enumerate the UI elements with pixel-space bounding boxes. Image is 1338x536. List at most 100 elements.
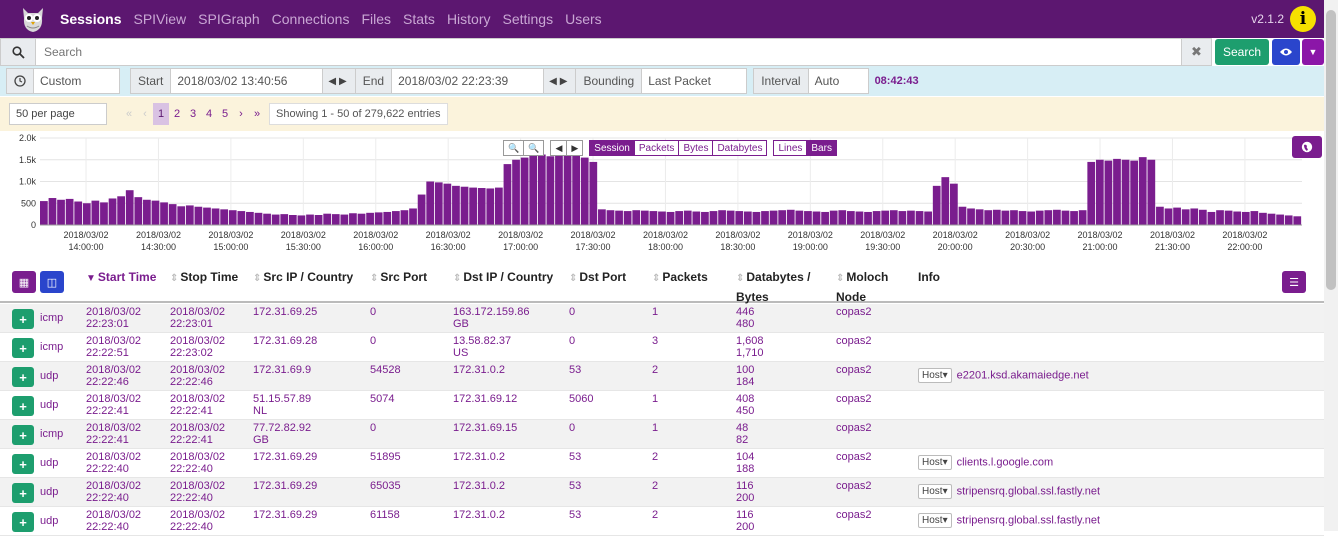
last-page-icon[interactable]: » <box>249 103 265 125</box>
packets-cell[interactable]: 1 <box>652 306 658 318</box>
prev-page-icon[interactable]: ‹ <box>137 103 153 125</box>
stop-cell[interactable]: 2018/03/02 22:22:40 <box>170 509 225 533</box>
stop-cell[interactable]: 2018/03/02 22:22:46 <box>170 364 225 388</box>
protocol-cell[interactable]: udp <box>40 515 58 527</box>
src-cell[interactable]: 77.72.82.92 GB <box>253 422 311 446</box>
scrollbar[interactable] <box>1324 0 1338 531</box>
graph-type-session[interactable]: Session <box>589 140 635 156</box>
dst-cell[interactable]: 172.31.0.2 <box>453 509 505 521</box>
src-cell[interactable]: 172.31.69.29 <box>253 509 317 521</box>
host-value[interactable]: clients.l.google.com <box>957 456 1054 468</box>
nav-settings[interactable]: Settings <box>503 11 554 27</box>
bytes-cell[interactable]: 1,608 1,710 <box>736 335 764 359</box>
info-columns-icon[interactable]: ☰ <box>1282 271 1306 293</box>
dst-cell[interactable]: 172.31.69.12 <box>453 393 517 405</box>
start-cell[interactable]: 2018/03/02 22:23:01 <box>86 306 141 330</box>
host-value[interactable]: stripensrq.global.ssl.fastly.net <box>957 485 1100 497</box>
stop-cell[interactable]: 2018/03/02 22:23:02 <box>170 335 225 359</box>
table-row[interactable]: + icmp 2018/03/02 22:22:41 2018/03/02 22:22:4… <box>0 420 1324 449</box>
table-row[interactable]: + icmp 2018/03/02 22:23:01 2018/03/02 22:23:0… <box>0 304 1324 333</box>
per-page-select[interactable]: 50 per page <box>9 103 107 125</box>
table-row[interactable]: + icmp 2018/03/02 22:22:51 2018/03/02 22:23:0… <box>0 333 1324 362</box>
protocol-cell[interactable]: udp <box>40 486 58 498</box>
bytes-cell[interactable]: 116 200 <box>736 480 754 504</box>
sport-cell[interactable]: 0 <box>370 306 376 318</box>
fit-table-icon[interactable]: ◫ <box>40 271 64 293</box>
src-cell[interactable]: 51.15.57.89 NL <box>253 393 311 417</box>
clear-search-icon[interactable]: ✖ <box>1181 38 1212 66</box>
page-link-4[interactable]: 4 <box>201 103 217 125</box>
stop-cell[interactable]: 2018/03/02 22:22:40 <box>170 480 225 504</box>
search-button[interactable]: Search <box>1214 39 1269 65</box>
table-row[interactable]: + udp 2018/03/02 22:22:40 2018/03/02 22:22:40… <box>0 449 1324 478</box>
header-src-port[interactable]: ⇕ Src Port <box>370 268 427 288</box>
dport-cell[interactable]: 0 <box>569 422 575 434</box>
start-cell[interactable]: 2018/03/02 22:22:40 <box>86 451 141 475</box>
packets-cell[interactable]: 3 <box>652 335 658 347</box>
expand-row-button[interactable]: + <box>12 512 34 532</box>
dst-cell[interactable]: 172.31.69.15 <box>453 422 517 434</box>
expand-row-button[interactable]: + <box>12 338 34 358</box>
node-cell[interactable]: copas2 <box>836 364 871 376</box>
sport-cell[interactable]: 0 <box>370 422 376 434</box>
stop-cell[interactable]: 2018/03/02 22:22:41 <box>170 422 225 446</box>
node-cell[interactable]: copas2 <box>836 422 871 434</box>
end-skip-icon[interactable]: ◀▶ <box>544 68 577 94</box>
bytes-cell[interactable]: 48 82 <box>736 422 748 446</box>
nav-users[interactable]: Users <box>565 11 602 27</box>
node-cell[interactable]: copas2 <box>836 480 871 492</box>
node-cell[interactable]: copas2 <box>836 451 871 463</box>
header-stop-time[interactable]: ⇕ Stop Time <box>170 268 238 288</box>
src-cell[interactable]: 172.31.69.29 <box>253 451 317 463</box>
packets-cell[interactable]: 1 <box>652 393 658 405</box>
header-databytes[interactable]: ⇕ Databytes / Bytes <box>736 268 826 306</box>
sport-cell[interactable]: 0 <box>370 335 376 347</box>
expand-row-button[interactable]: + <box>12 454 34 474</box>
header-start-time[interactable]: ▼ Start Time <box>86 268 156 288</box>
node-cell[interactable]: copas2 <box>836 393 871 405</box>
page-link-1[interactable]: 1 <box>153 103 169 125</box>
eye-icon[interactable] <box>1272 39 1300 65</box>
graph-type-databytes[interactable]: Databytes <box>713 140 768 156</box>
sport-cell[interactable]: 5074 <box>370 393 394 405</box>
pan-right-icon[interactable]: ▶ <box>567 140 584 156</box>
header-dst-port[interactable]: ⇕ Dst Port <box>569 268 626 288</box>
host-value[interactable]: stripensrq.global.ssl.fastly.net <box>957 514 1100 526</box>
packets-cell[interactable]: 2 <box>652 480 658 492</box>
next-page-icon[interactable]: › <box>233 103 249 125</box>
dst-cell[interactable]: 172.31.0.2 <box>453 480 505 492</box>
header-packets[interactable]: ⇕ Packets <box>652 268 708 288</box>
host-dropdown[interactable]: Host ▾ <box>918 484 952 499</box>
start-cell[interactable]: 2018/03/02 22:22:51 <box>86 335 141 359</box>
host-value[interactable]: e2201.ksd.akamaiedge.net <box>957 369 1089 381</box>
toggle-columns-icon[interactable]: ▦ <box>12 271 36 293</box>
bytes-cell[interactable]: 100 184 <box>736 364 754 388</box>
pan-left-icon[interactable]: ◀ <box>550 140 568 156</box>
src-cell[interactable]: 172.31.69.9 <box>253 364 311 376</box>
page-link-5[interactable]: 5 <box>217 103 233 125</box>
dport-cell[interactable]: 5060 <box>569 393 593 405</box>
host-dropdown[interactable]: Host ▾ <box>918 455 952 470</box>
graph-type-bytes[interactable]: Bytes <box>679 140 714 156</box>
sport-cell[interactable]: 65035 <box>370 480 401 492</box>
start-cell[interactable]: 2018/03/02 22:22:41 <box>86 422 141 446</box>
search-input[interactable] <box>36 38 1182 66</box>
end-time-input[interactable]: 2018/03/02 22:23:39 <box>392 68 545 94</box>
start-skip-icon[interactable]: ◀▶ <box>323 68 356 94</box>
graph-type-packets[interactable]: Packets <box>634 140 680 156</box>
dport-cell[interactable]: 53 <box>569 509 581 521</box>
table-row[interactable]: + udp 2018/03/02 22:22:40 2018/03/02 22:22:40… <box>0 478 1324 507</box>
dst-cell[interactable]: 172.31.0.2 <box>453 364 505 376</box>
protocol-cell[interactable]: icmp <box>40 341 63 353</box>
sport-cell[interactable]: 61158 <box>370 509 400 521</box>
page-link-3[interactable]: 3 <box>185 103 201 125</box>
header-info[interactable]: Info <box>918 268 940 286</box>
src-cell[interactable]: 172.31.69.25 <box>253 306 317 318</box>
header-dst-ip[interactable]: ⇕ Dst IP / Country <box>453 268 553 288</box>
host-dropdown[interactable]: Host ▾ <box>918 513 952 528</box>
interval-select[interactable]: Auto <box>808 68 869 94</box>
src-cell[interactable]: 172.31.69.29 <box>253 480 317 492</box>
host-dropdown[interactable]: Host ▾ <box>918 368 952 383</box>
start-cell[interactable]: 2018/03/02 22:22:41 <box>86 393 141 417</box>
header-moloch-node[interactable]: ⇕ Moloch Node <box>836 268 906 306</box>
